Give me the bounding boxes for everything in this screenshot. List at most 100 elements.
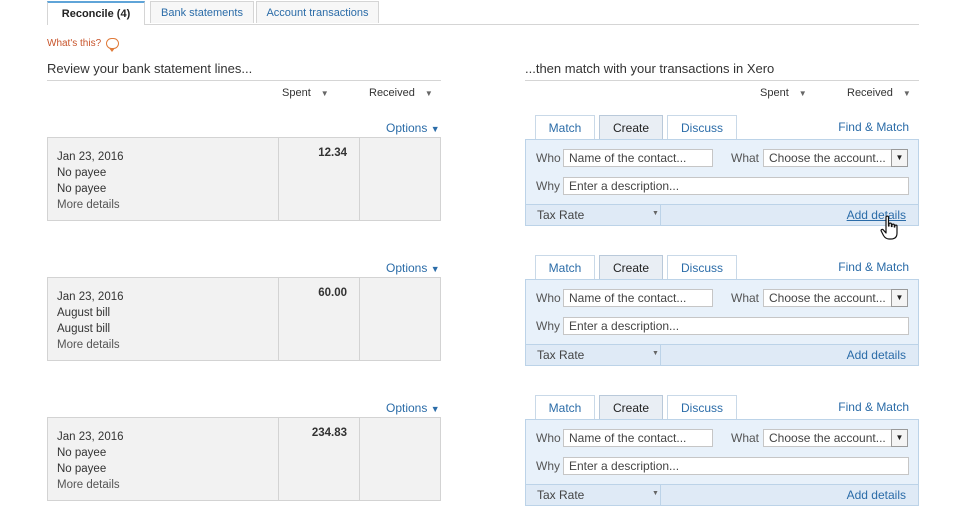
tab-create[interactable]: Create — [599, 115, 663, 139]
statement-payee: August bill — [57, 307, 111, 319]
tab-account-transactions[interactable]: Account transactions — [256, 1, 379, 23]
dropdown-arrow-icon[interactable]: ▼ — [891, 289, 908, 307]
right-received-column-header[interactable]: Received ▼ — [847, 87, 911, 99]
spent-amount: 12.34 — [318, 147, 347, 159]
statement-line[interactable]: Jan 23, 2016 No payee No payee More deta… — [47, 417, 441, 501]
tab-create[interactable]: Create — [599, 255, 663, 279]
chevron-down-icon[interactable]: ▼ — [652, 350, 659, 357]
create-panel: Who Name of the contact... What Choose t… — [525, 419, 919, 506]
more-details-link[interactable]: More details — [57, 197, 124, 213]
column-divider — [359, 138, 360, 220]
spent-header-label: Spent — [760, 87, 789, 99]
tab-match[interactable]: Match — [535, 255, 595, 279]
spent-column-header[interactable]: Spent ▼ — [282, 87, 329, 99]
what-select[interactable]: Choose the account... ▼ — [763, 289, 908, 307]
right-divider — [525, 80, 919, 81]
sort-caret-icon: ▼ — [798, 89, 807, 98]
options-label: Options — [386, 121, 428, 135]
what-select-value: Choose the account... — [769, 431, 886, 445]
whats-this-link[interactable]: What's this? — [47, 38, 120, 52]
options-menu[interactable]: Options ▼ — [386, 261, 440, 275]
who-label: Who — [536, 291, 561, 305]
sort-caret-icon: ▼ — [902, 89, 911, 98]
why-input[interactable]: Enter a description... — [563, 457, 909, 475]
chevron-down-icon: ▼ — [430, 124, 440, 134]
column-divider — [278, 278, 279, 360]
dropdown-arrow-icon[interactable]: ▼ — [891, 149, 908, 167]
who-input[interactable]: Name of the contact... — [563, 429, 713, 447]
who-input[interactable]: Name of the contact... — [563, 289, 713, 307]
why-label: Why — [536, 179, 560, 193]
what-select-value: Choose the account... — [769, 151, 886, 165]
statement-info: Jan 23, 2016 No payee No payee More deta… — [57, 429, 124, 493]
tax-rate-select[interactable]: Tax Rate — [537, 208, 584, 222]
who-input[interactable]: Name of the contact... — [563, 149, 713, 167]
statement-payee: No payee — [57, 167, 107, 179]
column-divider — [359, 418, 360, 500]
chevron-down-icon[interactable]: ▼ — [652, 210, 659, 217]
what-select[interactable]: Choose the account... ▼ — [763, 149, 908, 167]
options-label: Options — [386, 261, 428, 275]
dropdown-arrow-icon[interactable]: ▼ — [891, 429, 908, 447]
statement-date: Jan 23, 2016 — [57, 431, 124, 443]
what-label: What — [731, 431, 760, 445]
tab-match[interactable]: Match — [535, 395, 595, 419]
column-divider — [359, 278, 360, 360]
tab-match[interactable]: Match — [535, 115, 595, 139]
right-heading: ...then match with your transactions in … — [525, 61, 775, 76]
spent-header-label: Spent — [282, 87, 311, 99]
statement-date: Jan 23, 2016 — [57, 291, 124, 303]
statement-reference: August bill — [57, 323, 111, 335]
whats-this-label: What's this? — [47, 38, 102, 50]
why-label: Why — [536, 319, 560, 333]
create-panel: Who Name of the contact... What Choose t… — [525, 139, 919, 226]
spent-amount: 234.83 — [311, 427, 347, 439]
options-label: Options — [386, 401, 428, 415]
who-label: Who — [536, 151, 561, 165]
tax-rate-select[interactable]: Tax Rate — [537, 488, 584, 502]
what-label: What — [731, 151, 760, 165]
what-select-value: Choose the account... — [769, 291, 886, 305]
received-column-header[interactable]: Received ▼ — [369, 87, 433, 99]
options-menu[interactable]: Options ▼ — [386, 121, 440, 135]
what-label: What — [731, 291, 760, 305]
spent-amount: 60.00 — [318, 287, 347, 299]
tax-rate-row: Tax Rate ▼ Add details — [526, 484, 918, 505]
find-match-link[interactable]: Find & Match — [838, 400, 909, 414]
find-match-link[interactable]: Find & Match — [838, 120, 909, 134]
statement-line[interactable]: Jan 23, 2016 August bill August bill Mor… — [47, 277, 441, 361]
column-divider — [660, 205, 661, 225]
why-input[interactable]: Enter a description... — [563, 317, 909, 335]
more-details-link[interactable]: More details — [57, 337, 124, 353]
tab-create[interactable]: Create — [599, 395, 663, 419]
statement-payee: No payee — [57, 447, 107, 459]
more-details-link[interactable]: More details — [57, 477, 124, 493]
who-label: Who — [536, 431, 561, 445]
tab-discuss[interactable]: Discuss — [667, 255, 737, 279]
speech-bubble-icon — [106, 38, 120, 52]
left-divider — [47, 80, 441, 81]
add-details-link[interactable]: Add details — [847, 348, 906, 362]
statement-info: Jan 23, 2016 No payee No payee More deta… — [57, 149, 124, 213]
find-match-link[interactable]: Find & Match — [838, 260, 909, 274]
what-select[interactable]: Choose the account... ▼ — [763, 429, 908, 447]
statement-line[interactable]: Jan 23, 2016 No payee No payee More deta… — [47, 137, 441, 221]
tax-rate-select[interactable]: Tax Rate — [537, 348, 584, 362]
create-panel: Who Name of the contact... What Choose t… — [525, 279, 919, 366]
statement-date: Jan 23, 2016 — [57, 151, 124, 163]
sort-caret-icon: ▼ — [424, 89, 433, 98]
tab-discuss[interactable]: Discuss — [667, 115, 737, 139]
options-menu[interactable]: Options ▼ — [386, 401, 440, 415]
why-input[interactable]: Enter a description... — [563, 177, 909, 195]
tab-reconcile[interactable]: Reconcile (4) — [47, 1, 145, 25]
add-details-link[interactable]: Add details — [847, 488, 906, 502]
column-divider — [660, 345, 661, 365]
tab-discuss[interactable]: Discuss — [667, 395, 737, 419]
chevron-down-icon[interactable]: ▼ — [652, 490, 659, 497]
tab-bank-statements[interactable]: Bank statements — [150, 1, 254, 23]
why-label: Why — [536, 459, 560, 473]
top-tab-bar: Reconcile (4) Bank statements Account tr… — [47, 0, 919, 25]
right-spent-column-header[interactable]: Spent ▼ — [760, 87, 807, 99]
column-divider — [278, 138, 279, 220]
received-header-label: Received — [369, 87, 415, 99]
